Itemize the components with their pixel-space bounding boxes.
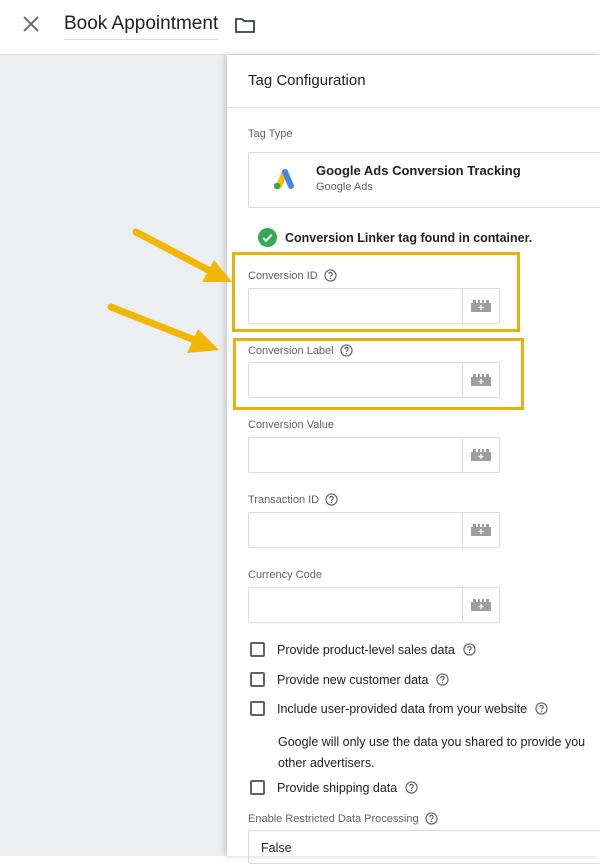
currency-code-input[interactable] (249, 588, 463, 622)
variable-picker-button[interactable] (462, 588, 499, 622)
transaction-id-label: Transaction ID (248, 493, 338, 506)
conversion-label-highlight (233, 338, 524, 410)
checkbox-row-product-sales: Provide product-level sales data (250, 642, 476, 657)
panel-title: Tag Configuration (248, 72, 366, 89)
help-icon[interactable] (325, 493, 338, 506)
checkbox-row-new-customer: Provide new customer data (250, 672, 450, 687)
variable-picker-button[interactable] (462, 513, 499, 547)
tag-type-subtitle: Google Ads (316, 181, 373, 193)
annotation-arrow-icon (132, 228, 232, 282)
variable-picker-button[interactable] (462, 438, 499, 472)
restricted-data-label: Enable Restricted Data Processing (248, 812, 438, 825)
background-area (0, 55, 227, 856)
help-icon[interactable] (436, 673, 450, 686)
tag-name-title[interactable]: Book Appointment (64, 13, 219, 40)
help-icon[interactable] (405, 781, 418, 794)
conversion-value-field (248, 437, 500, 473)
checkbox-row-user-provided: Include user-provided data from your web… (250, 701, 548, 716)
variable-picker-icon (471, 449, 491, 461)
user-data-note: Google will only use the data you shared… (278, 735, 586, 770)
transaction-id-input[interactable] (249, 513, 463, 547)
conversion-value-input[interactable] (249, 438, 463, 472)
close-icon[interactable] (20, 13, 42, 35)
tag-configuration-panel: Tag Configuration Tag Type Google Ads Co… (227, 55, 600, 864)
restricted-data-select[interactable]: False (248, 830, 600, 864)
transaction-id-field (248, 512, 500, 548)
tag-type-card[interactable]: Google Ads Conversion Tracking Google Ad… (248, 152, 600, 208)
folder-icon[interactable] (234, 16, 256, 34)
currency-code-field (248, 587, 500, 623)
linker-status: Conversion Linker tag found in container… (258, 228, 532, 247)
help-icon[interactable] (424, 812, 438, 825)
help-icon[interactable] (463, 643, 476, 656)
tag-type-name: Google Ads Conversion Tracking (316, 163, 521, 178)
variable-picker-icon (471, 524, 491, 536)
help-icon[interactable] (535, 702, 548, 715)
conversion-id-highlight (232, 252, 520, 332)
top-bar: Book Appointment (0, 0, 600, 55)
checkbox-row-shipping: Provide shipping data (250, 780, 418, 795)
product-sales-checkbox[interactable] (250, 642, 265, 657)
variable-picker-icon (471, 599, 491, 611)
google-ads-logo-icon (273, 169, 294, 190)
tag-type-label: Tag Type (248, 128, 293, 140)
linker-status-text: Conversion Linker tag found in container… (285, 230, 533, 245)
check-circle-icon (258, 228, 277, 247)
new-customer-checkbox[interactable] (250, 672, 265, 687)
user-provided-data-checkbox[interactable] (250, 701, 265, 716)
annotation-arrow-icon (107, 303, 219, 353)
shipping-data-checkbox[interactable] (250, 780, 265, 795)
panel-divider (227, 107, 600, 108)
currency-code-label: Currency Code (248, 569, 322, 581)
conversion-value-label: Conversion Value (248, 419, 335, 431)
